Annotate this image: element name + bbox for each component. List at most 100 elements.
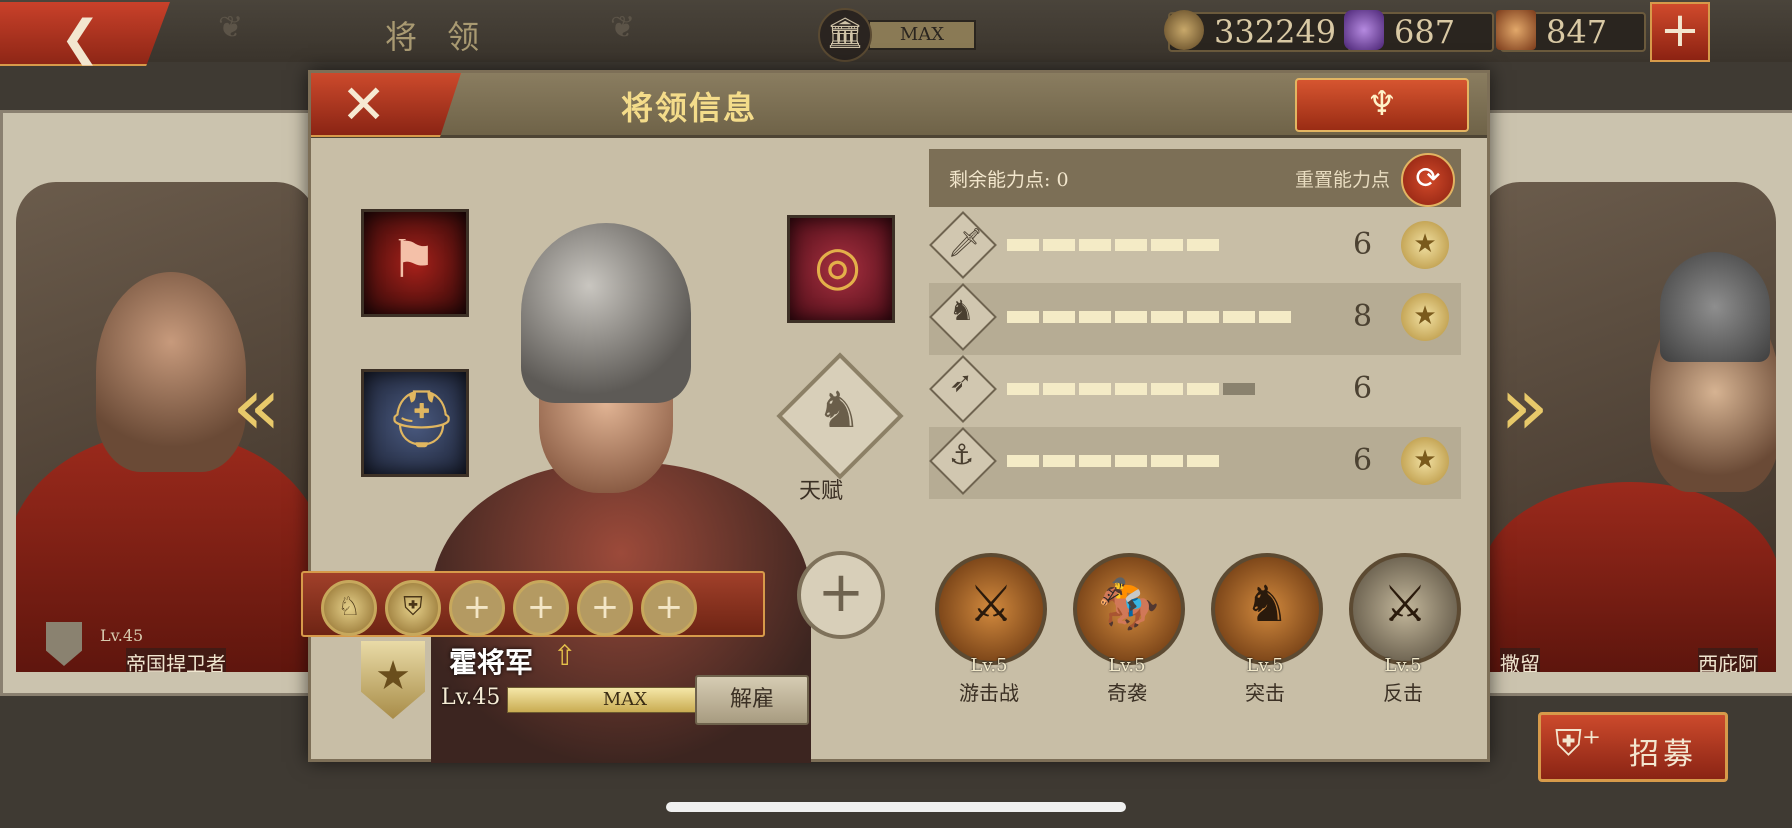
skill-icon[interactable]: ♞ <box>1211 553 1323 665</box>
stat-value: 6 <box>1353 371 1373 406</box>
home-indicator[interactable] <box>666 802 1126 812</box>
sword-icon: 🗡 <box>929 211 997 279</box>
stat-row: 🗡 6 ★ <box>929 211 1461 283</box>
skill-icon[interactable]: ⚔ <box>935 553 1047 665</box>
equip-slot-helmet[interactable]: ⛑ <box>361 369 469 477</box>
stat-segment <box>1187 239 1219 251</box>
promote-arrow-icon[interactable]: ⇧ <box>553 639 576 672</box>
stat-segment <box>1223 383 1255 395</box>
rank-star-icon: ★ <box>361 641 425 719</box>
skill-icon[interactable]: 🏇 <box>1073 553 1185 665</box>
skill-slot-5[interactable]: + <box>577 580 633 636</box>
general-level: Lv.45 <box>441 685 501 710</box>
reset-points-button[interactable]: ⟳ <box>1401 153 1455 207</box>
stat-segment <box>1115 455 1147 467</box>
general-name: 霍将军 <box>449 646 534 679</box>
laurel-left-icon: ❦ <box>218 10 244 45</box>
stat-segment <box>1151 311 1183 323</box>
close-icon: ✕ <box>341 73 387 136</box>
skill-slot-1[interactable]: ♘ <box>321 580 377 636</box>
chevron-left-icon: ❮ <box>60 10 101 66</box>
skill-art-icon: ⚔ <box>1382 575 1428 633</box>
temple-icon[interactable]: 🏛 <box>818 8 872 62</box>
remaining-points-label: 剩余能力点: 0 <box>949 169 1069 191</box>
stat-segment <box>1043 239 1075 251</box>
left-general-level: Lv.45 <box>100 626 144 645</box>
page-title: 将 领 <box>385 18 490 56</box>
stat-segment <box>1007 239 1039 251</box>
dismiss-button[interactable]: 解雇 <box>695 675 809 725</box>
skill-art-icon: ⚔ <box>968 575 1014 633</box>
gem-value: 687 <box>1394 13 1456 51</box>
left-general-name: 帝国捍卫者 <box>126 648 226 672</box>
prev-general-arrow-icon[interactable]: « <box>232 360 281 453</box>
left-general-portrait <box>96 272 246 472</box>
stat-row: ♞ 8 ★ <box>929 283 1461 355</box>
stat-segment <box>1187 383 1219 395</box>
helmet-plus-icon: ⛨⁺ <box>1555 723 1602 764</box>
close-button[interactable]: ✕ <box>311 73 461 137</box>
skill-slot-6[interactable]: + <box>641 580 697 636</box>
skill-level: Lv.5 <box>1246 655 1284 676</box>
next-general-arrow-icon[interactable]: » <box>1500 360 1549 453</box>
skill-art-icon: 🏇 <box>1097 575 1161 633</box>
gem-counter: 687 <box>1344 10 1494 52</box>
stat-segment <box>1151 455 1183 467</box>
stat-value: 6 <box>1353 443 1373 478</box>
recruit-button[interactable]: ⛨⁺ 招募 <box>1538 712 1728 782</box>
stat-row: ➶ 6 <box>929 355 1461 427</box>
stat-segment <box>1187 311 1219 323</box>
skill-slot-4[interactable]: + <box>513 580 569 636</box>
add-skill-button[interactable]: + <box>797 551 885 639</box>
star-upgrade-icon[interactable]: ★ <box>1401 437 1449 485</box>
general-helmet <box>521 223 691 403</box>
stat-segment <box>1079 311 1111 323</box>
skill-name: 游击战 <box>959 681 1019 705</box>
helmet-icon: ⛑ <box>386 387 458 452</box>
stat-value: 6 <box>1353 227 1373 262</box>
snake-ring-icon: ◎ <box>814 234 862 297</box>
right-general-helmet <box>1660 252 1770 362</box>
stat-segment <box>1079 455 1111 467</box>
back-button[interactable]: ❮ <box>0 2 170 66</box>
stat-segment <box>1187 455 1219 467</box>
banner-icon: ⚑ <box>390 230 437 290</box>
horse-skill-icon: ♘ <box>337 592 361 622</box>
stat-segment <box>1115 239 1147 251</box>
honor-counter: 847 <box>1496 10 1646 52</box>
horse-head-icon: ♞ <box>816 381 862 439</box>
refresh-icon: ⟳ <box>1415 161 1441 196</box>
add-currency-button[interactable]: + <box>1650 2 1710 62</box>
anchor-icon: ⚓ <box>929 427 997 495</box>
general-info-dialog: ✕ 将领信息 ♆ ⚑ ⛑ ◎ ♞ 天赋 ♘ ⛨ + + + + + ★ 霍将军 … <box>301 70 1490 763</box>
eagle-button[interactable]: ♆ <box>1295 78 1469 132</box>
coin-icon <box>1164 10 1204 50</box>
equip-slot-banner[interactable]: ⚑ <box>361 209 469 317</box>
stat-segment <box>1007 383 1039 395</box>
skill-icon[interactable]: ⚔ <box>1349 553 1461 665</box>
skill-level: Lv.5 <box>1108 655 1146 676</box>
stat-segment <box>1079 383 1111 395</box>
stat-segment <box>1115 383 1147 395</box>
skill-slot-3[interactable]: + <box>449 580 505 636</box>
right-general-name-a: 撒留 <box>1500 648 1540 672</box>
dialog-title: 将领信息 <box>621 89 758 127</box>
ability-points-header: 剩余能力点: 0 重置能力点 ⟳ <box>929 149 1461 207</box>
stat-value: 8 <box>1353 299 1373 334</box>
equip-slot-ring[interactable]: ◎ <box>787 215 895 323</box>
coin-counter: 332249 <box>1164 10 1357 52</box>
stat-segment <box>1151 239 1183 251</box>
star-upgrade-icon[interactable]: ★ <box>1401 221 1449 269</box>
plus-icon: + <box>817 560 865 625</box>
coin-value: 332249 <box>1214 13 1337 51</box>
skill-art-icon: ♞ <box>1244 575 1290 633</box>
stat-segment <box>1151 383 1183 395</box>
star-upgrade-icon[interactable]: ★ <box>1401 293 1449 341</box>
right-general-cloak <box>1480 482 1776 672</box>
plus-icon: + <box>654 587 684 627</box>
building-level-bar: MAX <box>868 20 976 50</box>
skill-slot-2[interactable]: ⛨ <box>385 580 441 636</box>
skill-name: 奇袭 <box>1107 681 1147 705</box>
stat-segment <box>1223 311 1255 323</box>
plus-icon: + <box>462 587 492 627</box>
